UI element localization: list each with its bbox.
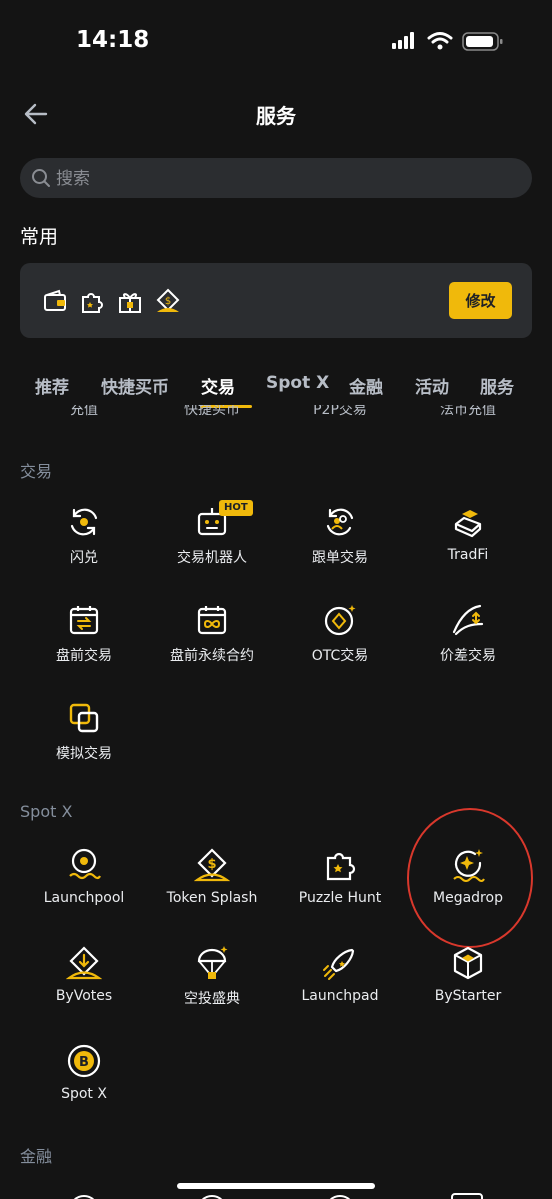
finance-section-title: 金融 <box>20 1147 53 1166</box>
service-item-spot-x[interactable]: B Spot X <box>20 1043 148 1102</box>
scrolled-row-peek: 充值 快捷买币 P2P交易 法币充值 <box>0 405 552 423</box>
service-item-pre-market[interactable]: 盘前交易 <box>20 602 148 665</box>
favorites-card: $ 修改 <box>20 263 532 338</box>
service-label: OTC交易 <box>311 648 369 664</box>
service-label: ByVotes <box>55 988 113 1004</box>
service-item-copy-trading[interactable]: 跟单交易 <box>276 504 404 567</box>
service-item-launchpad[interactable]: Launchpad <box>276 945 404 1004</box>
edit-button[interactable]: 修改 <box>449 282 512 319</box>
byvotes-icon <box>66 946 102 980</box>
service-item-puzzle-hunt[interactable]: Puzzle Hunt <box>276 847 404 906</box>
tab-recommended[interactable]: 推荐 <box>35 373 69 398</box>
copy-trading-icon <box>326 508 354 536</box>
peek-label[interactable]: 快捷买币 <box>142 405 282 419</box>
launchpool-icon <box>69 848 101 880</box>
svg-text:B: B <box>79 1055 89 1070</box>
service-label: 闪兑 <box>70 550 98 566</box>
pre-market-icon <box>69 606 99 635</box>
service-item-demo-trading[interactable]: 模拟交易 <box>20 700 148 763</box>
tab-quick-buy[interactable]: 快捷买币 <box>101 373 169 398</box>
page-title: 服务 <box>256 104 296 128</box>
service-label: 盘前永续合约 <box>170 648 254 664</box>
spot-x-icon: B <box>67 1044 101 1078</box>
wifi-icon <box>427 32 453 44</box>
spotx-section-title: Spot X <box>20 802 73 821</box>
common-section-title: 常用 <box>20 226 59 248</box>
service-label: 价差交易 <box>440 648 496 664</box>
signal-icon <box>392 32 414 49</box>
wallet-icon[interactable] <box>42 288 70 316</box>
service-item-otc[interactable]: OTC交易 <box>276 602 404 665</box>
spread-trading-icon <box>452 604 484 636</box>
airdrop-icon <box>197 946 228 979</box>
tradfi-icon <box>454 510 482 538</box>
svg-text:$: $ <box>165 296 171 307</box>
status-time: 14:18 <box>76 27 150 53</box>
svg-text:$: $ <box>207 857 216 872</box>
service-label: Token Splash <box>166 890 258 906</box>
pre-market-perp-icon <box>197 606 227 635</box>
service-label: 模拟交易 <box>56 746 112 762</box>
service-label: 跟单交易 <box>312 550 368 566</box>
gift-icon[interactable] <box>116 288 144 316</box>
service-item-launchpool[interactable]: Launchpool <box>20 847 148 906</box>
service-label: ByStarter <box>434 988 502 1004</box>
demo-trading-icon <box>69 703 99 733</box>
trade-section-title: 交易 <box>20 462 53 481</box>
service-label: 交易机器人 <box>177 550 247 566</box>
flash-swap-icon <box>70 508 98 536</box>
peek-label[interactable]: P2P交易 <box>270 405 410 419</box>
battery-icon <box>462 32 503 51</box>
search-icon <box>32 169 50 187</box>
category-tabs: 推荐 快捷买币 交易 Spot X 金融 活动 服务 <box>0 365 552 408</box>
tab-activity[interactable]: 活动 <box>415 373 449 398</box>
launchpad-icon <box>323 948 355 980</box>
service-item-trading-bot[interactable]: HOT 交易机器人 <box>148 500 276 567</box>
service-label: 空投盛典 <box>184 991 240 1007</box>
service-label: 盘前交易 <box>56 648 112 664</box>
service-item-token-splash[interactable]: $ Token Splash <box>148 847 276 906</box>
bystarter-icon <box>453 946 483 980</box>
tab-finance[interactable]: 金融 <box>349 373 383 398</box>
service-item-flash-swap[interactable]: 闪兑 <box>20 504 148 567</box>
tab-spot-x[interactable]: Spot X <box>266 373 329 393</box>
highlight-circle <box>407 808 533 948</box>
service-label: Launchpad <box>301 988 379 1004</box>
service-item-bystarter[interactable]: ByStarter <box>404 945 532 1004</box>
service-item-airdrop[interactable]: 空投盛典 <box>148 945 276 1008</box>
home-indicator[interactable] <box>177 1183 375 1189</box>
service-item-spread-trading[interactable]: 价差交易 <box>404 602 532 665</box>
token-splash-icon: $ <box>194 848 230 882</box>
tab-services[interactable]: 服务 <box>480 373 514 398</box>
status-icons <box>392 32 503 51</box>
puzzle-icon[interactable] <box>78 288 106 316</box>
token-splash-icon[interactable]: $ <box>154 288 182 316</box>
puzzle-icon <box>326 852 356 881</box>
service-label: Spot X <box>61 1086 107 1102</box>
search-bar[interactable] <box>20 158 532 200</box>
service-label: TradFi <box>447 547 489 563</box>
service-item-byvotes[interactable]: ByVotes <box>20 945 148 1004</box>
otc-icon <box>324 605 356 636</box>
search-input[interactable] <box>54 158 518 200</box>
service-label: Launchpool <box>43 890 125 906</box>
peek-label[interactable]: 充值 <box>14 405 154 419</box>
service-item-pre-market-perp[interactable]: 盘前永续合约 <box>148 602 276 665</box>
tab-trade[interactable]: 交易 <box>201 373 235 398</box>
hot-badge: HOT <box>219 500 253 516</box>
service-label: Puzzle Hunt <box>298 890 382 906</box>
peek-label[interactable]: 法币充值 <box>398 405 538 419</box>
service-item-tradfi[interactable]: TradFi <box>404 504 532 563</box>
